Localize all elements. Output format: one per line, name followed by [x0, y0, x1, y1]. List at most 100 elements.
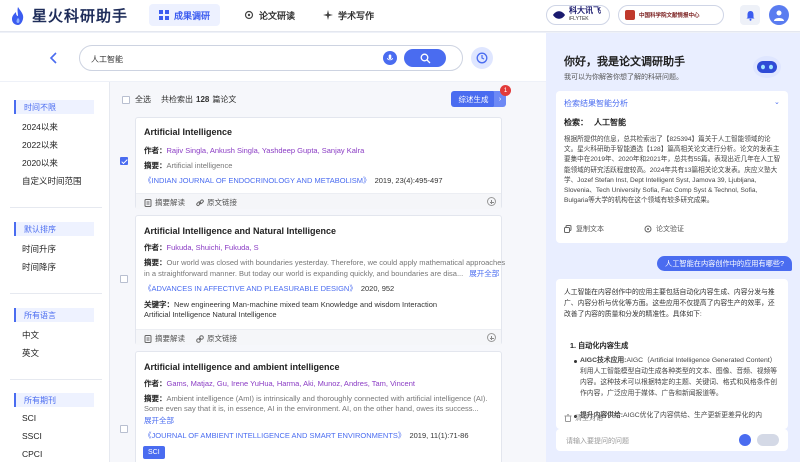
- expand-link[interactable]: 展开全部: [144, 416, 174, 425]
- answer-heading: 1. 自动化内容生成: [570, 341, 629, 350]
- search-box[interactable]: 人工智能: [79, 45, 463, 71]
- paper-source-row: 《JOURNAL OF AMBIENT INTELLIGENCE AND SMA…: [144, 430, 469, 441]
- filter-time-2022[interactable]: 2022以来: [22, 139, 58, 151]
- chat-input-placeholder[interactable]: 请输入要提问的问题: [566, 436, 629, 446]
- source-link-label: 原文链接: [207, 198, 237, 207]
- digest-button[interactable]: 摘要解读: [144, 197, 185, 208]
- link-icon: [196, 198, 204, 206]
- analysis-body: 根据所提供的信息，总共检索出了【825394】篇关于人工智能领域的论文。星火科研…: [564, 136, 781, 205]
- flame-logo-icon: [12, 6, 24, 25]
- robot-avatar-icon: [753, 56, 781, 78]
- document-icon: [144, 198, 152, 207]
- source-link-button[interactable]: 原文链接: [196, 197, 237, 208]
- select-all-label: 全选: [135, 95, 151, 104]
- digest-button[interactable]: 摘要解读: [144, 333, 185, 344]
- bell-icon: [746, 10, 754, 21]
- paper-card[interactable]: Artificial Intelligence 作者：Rajiv Singla,…: [135, 117, 502, 209]
- filter-sort-header[interactable]: 默认排序: [14, 222, 94, 236]
- nav-tab-writing[interactable]: 学术写作: [313, 4, 384, 26]
- result-count: 128: [196, 95, 210, 104]
- paper-checkbox[interactable]: [120, 425, 128, 433]
- assistant-panel: 你好，我是论文调研助手 我可以为你解答你想了解的科研问题。 检索结果智能分析 ⌄…: [546, 33, 800, 462]
- voice-input-button[interactable]: [383, 51, 397, 65]
- paper-authors[interactable]: Fukuda, Shuichi, Fukuda, S: [167, 243, 259, 252]
- paper-title[interactable]: Artificial Intelligence and Natural Inte…: [144, 226, 336, 236]
- app-logo[interactable]: 星火科研助手: [10, 5, 128, 26]
- document-icon: [144, 334, 152, 343]
- filter-sort-asc[interactable]: 时间升序: [22, 243, 56, 255]
- paper-authors-row: 作者：Fukuda, Shuichi, Fukuda, S: [144, 242, 259, 253]
- history-button[interactable]: [471, 47, 493, 69]
- search-button[interactable]: [404, 49, 446, 67]
- library-brand: 中国科学院文献情报中心: [618, 5, 724, 25]
- result-count-suffix: 篇论文: [212, 95, 237, 104]
- paper-authors-row: 作者：Rajiv Singla, Ankush Singla, Yashdeep…: [144, 145, 364, 156]
- abstract-label: 摘要：: [144, 394, 167, 403]
- copy-text-button[interactable]: 复制文本: [564, 224, 624, 234]
- digest-label: 摘要解读: [155, 334, 185, 343]
- paper-title[interactable]: Artificial Intelligence: [144, 127, 232, 137]
- filter-time-2020[interactable]: 2020以来: [22, 157, 58, 169]
- back-arrow-icon[interactable]: [47, 51, 61, 65]
- paper-authors[interactable]: Gams, Matjaz, Gu, Irene YuHua, Harma, Ak…: [167, 379, 415, 388]
- notification-badge: 1: [500, 85, 511, 96]
- nav-tab-reading[interactable]: 论文研读: [234, 4, 305, 26]
- assistant-greeting: 你好，我是论文调研助手: [564, 56, 685, 68]
- answer-bullet-2-text: AIGC优化了内容供给、生产更新更差异化的内: [623, 412, 763, 419]
- filter-lang-en[interactable]: 英文: [22, 347, 39, 359]
- nav-tab-research[interactable]: 成果调研: [149, 4, 221, 26]
- paper-info: 2019, 11(1):71-86: [409, 431, 469, 440]
- filter-journal-sci[interactable]: SCI: [22, 413, 36, 423]
- paper-abstract-cont: in a straightforward manner. But today o…: [144, 269, 464, 278]
- iflytek-brand: 科大讯飞 iFLYTEK: [546, 5, 610, 25]
- verify-paper-button[interactable]: 论文验证: [644, 224, 704, 234]
- filter-time-header[interactable]: 时间不限: [14, 100, 94, 114]
- paper-journal[interactable]: 《INDIAN JOURNAL OF ENDOCRINOLOGY AND MET…: [144, 176, 371, 185]
- analysis-title[interactable]: 检索结果智能分析: [564, 98, 628, 109]
- microphone-icon[interactable]: [739, 434, 751, 446]
- add-circle-icon[interactable]: [487, 197, 496, 206]
- filter-time-custom[interactable]: 自定义时间范围: [22, 175, 82, 187]
- grid-icon: [159, 10, 169, 20]
- paper-abstract-cont: Some even say that it is, in essence, AI…: [144, 404, 479, 413]
- select-all[interactable]: 全选 共检索出 128 篇论文: [122, 94, 236, 105]
- filter-journal-cpci[interactable]: CPCI: [22, 449, 42, 459]
- send-toggle[interactable]: [757, 434, 779, 446]
- clear-chat-button[interactable]: 清空对话: [564, 413, 603, 423]
- nav-tab-label: 成果调研: [174, 10, 211, 21]
- chat-input[interactable]: 请输入要提问的问题: [556, 429, 788, 451]
- filter-sort-desc[interactable]: 时间降序: [22, 261, 56, 273]
- paper-authors[interactable]: Rajiv Singla, Ankush Singla, Yashdeep Gu…: [167, 146, 365, 155]
- source-link-button[interactable]: 原文链接: [196, 333, 237, 344]
- select-all-checkbox[interactable]: [122, 95, 130, 104]
- paper-actions: 摘要解读 原文链接: [136, 193, 501, 209]
- paper-journal[interactable]: 《JOURNAL OF AMBIENT INTELLIGENCE AND SMA…: [144, 431, 405, 440]
- notification-button[interactable]: [740, 5, 760, 25]
- paper-journal[interactable]: 《ADVANCES IN AFFECTIVE AND PLEASURABLE D…: [144, 284, 357, 293]
- nav-tab-label: 论文研读: [259, 10, 296, 21]
- paper-card[interactable]: Artificial intelligence and ambient inte…: [135, 351, 502, 462]
- filter-lang-header[interactable]: 所有语言: [14, 308, 94, 322]
- filter-time-2024[interactable]: 2024以来: [22, 121, 58, 133]
- paper-title[interactable]: Artificial intelligence and ambient inte…: [144, 362, 340, 372]
- paper-checkbox[interactable]: [120, 157, 128, 165]
- filter-lang-zh[interactable]: 中文: [22, 329, 39, 341]
- author-label: 作者：: [144, 379, 167, 388]
- expand-link[interactable]: 展开全部: [469, 269, 499, 278]
- paper-checkbox[interactable]: [120, 275, 128, 283]
- iflytek-name-en: iFLYTEK: [569, 16, 589, 22]
- divider: [10, 207, 102, 208]
- app-title: 星火科研助手: [32, 8, 129, 25]
- filter-journal-ssci[interactable]: SSCI: [22, 431, 42, 441]
- user-avatar[interactable]: [769, 5, 789, 25]
- digest-label: 摘要解读: [155, 198, 185, 207]
- paper-abstract-row-2: Some even say that it is, in essence, AI…: [144, 404, 479, 413]
- generate-review-button[interactable]: 综述生成: [451, 91, 496, 107]
- filter-journal-header[interactable]: 所有期刊: [14, 393, 94, 407]
- answer-bullet-2: 提升内容供给:AIGC优化了内容供给、生产更新更差异化的内: [580, 410, 778, 421]
- paper-card[interactable]: Artificial Intelligence and Natural Inte…: [135, 215, 505, 345]
- chevron-down-icon[interactable]: ⌄: [774, 98, 780, 106]
- add-circle-icon[interactable]: [487, 333, 496, 342]
- search-input[interactable]: 人工智能: [91, 54, 123, 65]
- paper-abstract: Artificial intelligence: [166, 161, 233, 170]
